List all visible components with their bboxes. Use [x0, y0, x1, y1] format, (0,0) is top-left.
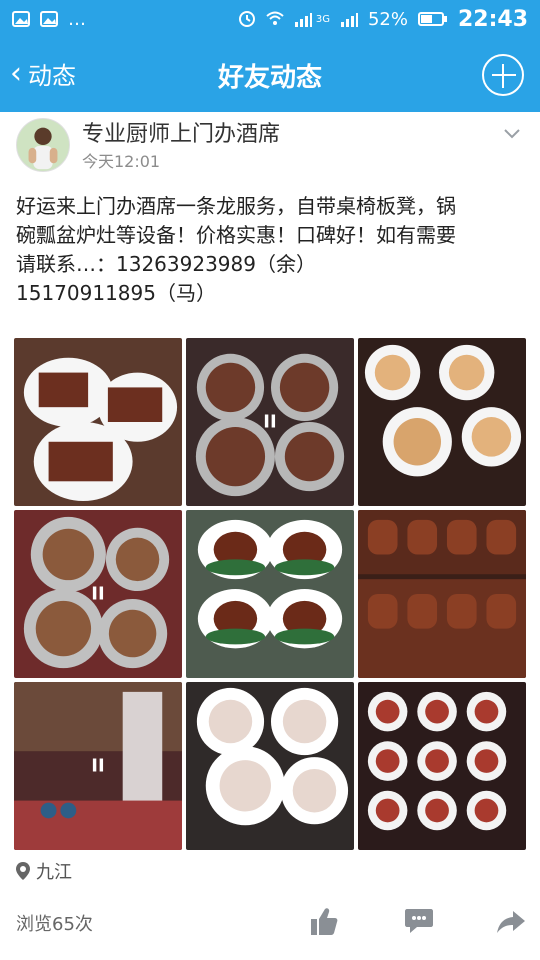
pause-icon: II [263, 411, 277, 433]
comment-button[interactable] [402, 904, 436, 938]
location-label: 九江 [36, 862, 72, 883]
photo[interactable] [14, 338, 182, 506]
photo[interactable] [358, 338, 526, 506]
share-icon [497, 911, 525, 933]
content-line: 请联系…：13263923989（余） [16, 252, 316, 276]
post-content: 好运来上门办酒席一条龙服务，自带桌椅板凳，锅 碗瓢盆炉灶等设备！价格实惠！口碑好… [16, 192, 524, 308]
nav-bar: ‹ 动态 好友动态 [0, 38, 540, 112]
back-button[interactable]: ‹ 动态 [10, 56, 76, 91]
chevron-left-icon: ‹ [10, 56, 22, 91]
pause-icon: II [91, 755, 105, 777]
share-button[interactable] [494, 904, 528, 938]
signal-icon [294, 10, 312, 28]
alarm-icon [238, 10, 256, 28]
photo[interactable] [186, 682, 354, 850]
like-button[interactable] [306, 904, 340, 938]
chevron-down-icon[interactable] [502, 124, 522, 144]
network-type: 3G [315, 13, 330, 25]
thumbs-up-icon [311, 908, 338, 935]
location[interactable]: 九江 [16, 858, 72, 884]
photo[interactable]: II [14, 510, 182, 678]
battery-icon [417, 10, 448, 28]
photo[interactable]: II [14, 682, 182, 850]
photo[interactable] [358, 682, 526, 850]
more-dots-icon: … [68, 8, 86, 30]
image-icon [40, 10, 58, 28]
view-count: 浏览65次 [16, 914, 93, 935]
battery-percent: 52% [367, 8, 408, 30]
post-time: 今天12:01 [82, 152, 161, 171]
status-bar: … 3G 52% 22:43 [0, 0, 540, 38]
location-pin-icon [16, 862, 30, 880]
post-author[interactable]: 专业厨师上门办酒席 [82, 116, 280, 148]
photo[interactable]: II [186, 338, 354, 506]
image-icon [12, 10, 30, 28]
content-line: 15170911895（马） [16, 281, 216, 305]
content-line: 好运来上门办酒席一条龙服务，自带桌椅板凳，锅 [16, 194, 456, 218]
photo[interactable] [358, 510, 526, 678]
add-button[interactable] [482, 54, 524, 96]
signal-icon [340, 10, 358, 28]
image-grid: II II II [14, 338, 526, 850]
content-line: 碗瓢盆炉灶等设备！价格实惠！口碑好！如有需要 [16, 223, 456, 247]
photo[interactable] [186, 510, 354, 678]
clock: 22:43 [457, 6, 528, 32]
page-title: 好友动态 [217, 62, 322, 93]
wifi-icon [266, 10, 284, 28]
post-card: 专业厨师上门办酒席 今天12:01 好运来上门办酒席一条龙服务，自带桌椅板凳，锅… [0, 112, 540, 960]
pause-icon: II [91, 583, 105, 605]
comment-icon [405, 909, 433, 933]
back-label: 动态 [28, 62, 76, 90]
avatar[interactable] [16, 118, 70, 172]
